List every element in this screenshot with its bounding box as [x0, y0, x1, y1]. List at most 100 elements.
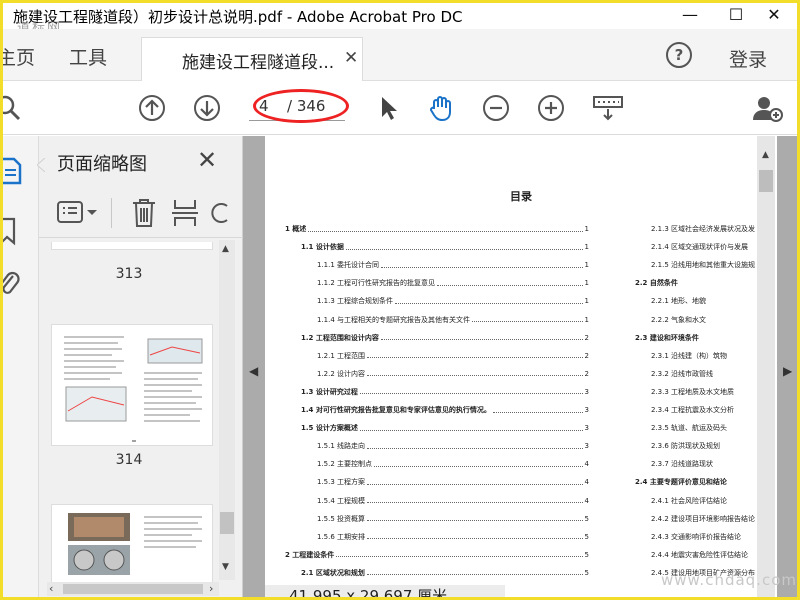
toc-entry[interactable]: 1.2.2 设计内容 2 — [317, 368, 589, 379]
toc-entry-page: 3 — [584, 442, 589, 451]
page-thumbnails-panel: 页面缩略图 ✕ - 313 — [37, 136, 243, 597]
toc-entry[interactable]: 1.5.2 主要控制点 4 — [317, 459, 589, 470]
toc-entry[interactable]: 2.2.2 气象和水文 — [651, 314, 708, 325]
select-cursor-icon[interactable] — [373, 93, 403, 123]
rotate-page-icon[interactable] — [209, 198, 229, 228]
toc-leader-dots — [367, 498, 583, 503]
extract-page-icon[interactable] — [171, 198, 199, 228]
toc-entry[interactable]: 1.5.6 工期安排 5 — [317, 531, 589, 542]
toc-entry-text: 1.2 工程范围和设计内容 — [301, 332, 380, 343]
toc-entry-page: 5 — [584, 514, 589, 523]
toc-entry[interactable]: 2.1.5 沿线用地和其他重大设施规 — [651, 260, 757, 271]
toc-entry[interactable]: 1.4 对可行性研究报告批复意见和专家评估意见的执行情况。 3 — [301, 405, 589, 415]
toc-entry[interactable]: 2.3.3 工程地质及水文地质 — [651, 386, 736, 397]
scroll-up-arrow-icon[interactable]: ▲ — [762, 150, 769, 160]
toc-entry[interactable]: 2.1 区域状况和规划 5 — [301, 567, 589, 578]
page-thumbnails-icon[interactable] — [0, 156, 23, 186]
toc-entry[interactable]: 2.4.4 地震灾害危险性评估结论 — [651, 549, 750, 560]
toc-entry[interactable]: 1.5 设计方案概述 3 — [301, 423, 589, 434]
page-display-icon[interactable] — [591, 93, 625, 123]
scrollbar-thumb[interactable] — [759, 170, 773, 192]
hand-tool-icon[interactable] — [426, 93, 456, 123]
scroll-left-arrow-icon[interactable]: ‹ — [49, 582, 53, 595]
title-bar: 施建设工程隧道段）初步设计总说明.pdf - Adobe Acrobat Pro… — [3, 3, 797, 36]
scroll-up-arrow-icon[interactable]: ▲ — [222, 244, 229, 254]
tab-document[interactable]: 施建设工程隧道段... ✕ — [141, 37, 363, 81]
toc-entry-page: 1 — [584, 315, 589, 324]
previous-page-icon[interactable] — [137, 93, 167, 123]
next-page-icon[interactable] — [192, 93, 222, 123]
toc-entry[interactable]: 1.1.2 工程可行性研究报告的批复意见 1 — [317, 278, 589, 289]
close-panel-icon[interactable]: ✕ — [197, 146, 217, 174]
toc-entry[interactable]: 1.2 工程范围和设计内容 2 — [301, 332, 589, 343]
toc-entry[interactable]: 2.3.6 防洪现状及规划 — [651, 441, 722, 452]
thumbnail-horizontal-scrollbar[interactable]: ‹ › — [47, 582, 219, 596]
toc-entry-page: 3 — [584, 387, 589, 396]
toc-entry-page: 1 — [584, 279, 589, 288]
scroll-right-arrow-icon[interactable]: › — [209, 582, 213, 595]
toc-entry[interactable]: 2.3.1 沿线建（构）筑物 — [651, 350, 729, 361]
toc-entry[interactable]: 2.4.3 交通影响评价报告结论 — [651, 531, 743, 542]
attachment-icon[interactable] — [0, 270, 21, 300]
toc-entry[interactable]: 1 概述 1 — [285, 224, 589, 234]
delete-page-icon[interactable] — [131, 198, 157, 228]
toc-entry-text: 1.5.1 线路走向 — [317, 441, 367, 452]
toc-entry[interactable]: 1.5.1 线路走向 3 — [317, 441, 589, 452]
toc-title: 目录 — [510, 190, 532, 203]
toc-entry-text: 1.5.2 主要控制点 — [317, 459, 374, 470]
scroll-down-arrow-icon[interactable]: ▼ — [222, 562, 229, 572]
toc-entry[interactable]: 1.5.3 工程方案 4 — [317, 477, 589, 488]
toc-entry[interactable]: 1.1.3 工程综合规划条件 1 — [317, 296, 589, 307]
toc-entry-text: 2.3.4 工程抗震及水文分析 — [651, 405, 736, 415]
document-tab-label: 施建设工程隧道段... — [182, 53, 335, 73]
toc-entry[interactable]: 1.5.4 工程规模 4 — [317, 495, 589, 506]
toc-entry[interactable]: 2.4.1 社会风险评估结论 — [651, 495, 729, 506]
toc-entry[interactable]: 1.3 设计研究过程 3 — [301, 386, 589, 397]
toc-entry[interactable]: 1.5.5 投资概算 5 — [317, 513, 589, 524]
toc-entry[interactable]: 2.3.4 工程抗震及水文分析 — [651, 405, 736, 415]
zoom-in-icon[interactable] — [536, 93, 566, 123]
toc-leader-dots — [359, 426, 583, 431]
document-vertical-scrollbar[interactable]: ▲ — [757, 136, 775, 597]
toc-leader-dots — [492, 408, 583, 413]
scrollbar-thumb[interactable] — [63, 584, 203, 594]
minimize-button[interactable]: — — [667, 3, 713, 29]
expand-right-panel-icon[interactable]: ▶ — [783, 364, 792, 378]
scrollbar-thumb[interactable] — [220, 512, 234, 534]
toc-entry[interactable]: 1.1.4 与工程相关的专题研究报告及其他有关文件 1 — [317, 314, 589, 325]
bookmark-icon[interactable] — [0, 216, 19, 246]
tab-home[interactable]: 主页 — [3, 43, 35, 70]
toc-entry[interactable]: 2.3.7 沿线道路现状 — [651, 459, 715, 470]
tab-tools[interactable]: 工具 — [69, 43, 107, 70]
search-icon[interactable] — [0, 93, 23, 123]
toc-entry[interactable]: 1.1.1 委托设计合同 1 — [317, 260, 589, 271]
close-tab-icon[interactable]: ✕ — [344, 48, 358, 68]
zoom-out-icon[interactable] — [481, 93, 511, 123]
toc-entry[interactable]: 1.1 设计依据 1 — [301, 242, 589, 253]
toc-entry[interactable]: 2.1.4 区域交通现状评价与发展 — [651, 242, 750, 253]
close-window-button[interactable]: ✕ — [751, 3, 797, 29]
share-user-icon[interactable] — [751, 93, 785, 123]
thumbnails-panel-title: 页面缩略图 — [57, 154, 147, 175]
thumbnail-vertical-scrollbar[interactable]: ▲ ▼ — [219, 240, 235, 580]
toc-entry[interactable]: 2.2 自然条件 — [635, 278, 679, 289]
help-icon[interactable]: ? — [666, 42, 692, 68]
toc-entry[interactable]: 2.3.5 轨道、航运及码头 — [651, 423, 729, 434]
collapse-left-panel-icon[interactable]: ◀ — [249, 364, 258, 378]
toc-entry[interactable]: 2.1.3 区域社会经济发展状况及发 — [651, 224, 757, 234]
toc-entry-text: 1.1 设计依据 — [301, 242, 345, 253]
toc-entry[interactable]: 1.2.1 工程范围 2 — [317, 350, 589, 361]
toc-entry[interactable]: 2.2.1 地形、地貌 — [651, 296, 708, 307]
toc-entry-page: 1 — [584, 261, 589, 270]
thumbnail-page-314[interactable] — [51, 324, 213, 446]
options-menu-icon[interactable] — [57, 200, 99, 226]
login-button[interactable]: 登录 — [729, 45, 767, 72]
thumbnail-page-315[interactable] — [51, 504, 213, 582]
toc-entry[interactable]: 2.3.2 沿线市政管线 — [651, 368, 715, 379]
toc-leader-dots — [367, 353, 583, 359]
toc-entry[interactable]: 2.3 建设和环境条件 — [635, 332, 700, 343]
toc-entry[interactable]: 2.4.2 建设项目环境影响报告结论 — [651, 513, 757, 524]
toc-entry[interactable]: 2.4 主要专题评价意见和结论 — [635, 477, 728, 488]
thumbnail-page-313[interactable]: - — [51, 242, 213, 250]
toc-entry[interactable]: 2 工程建设条件 5 — [285, 549, 589, 560]
